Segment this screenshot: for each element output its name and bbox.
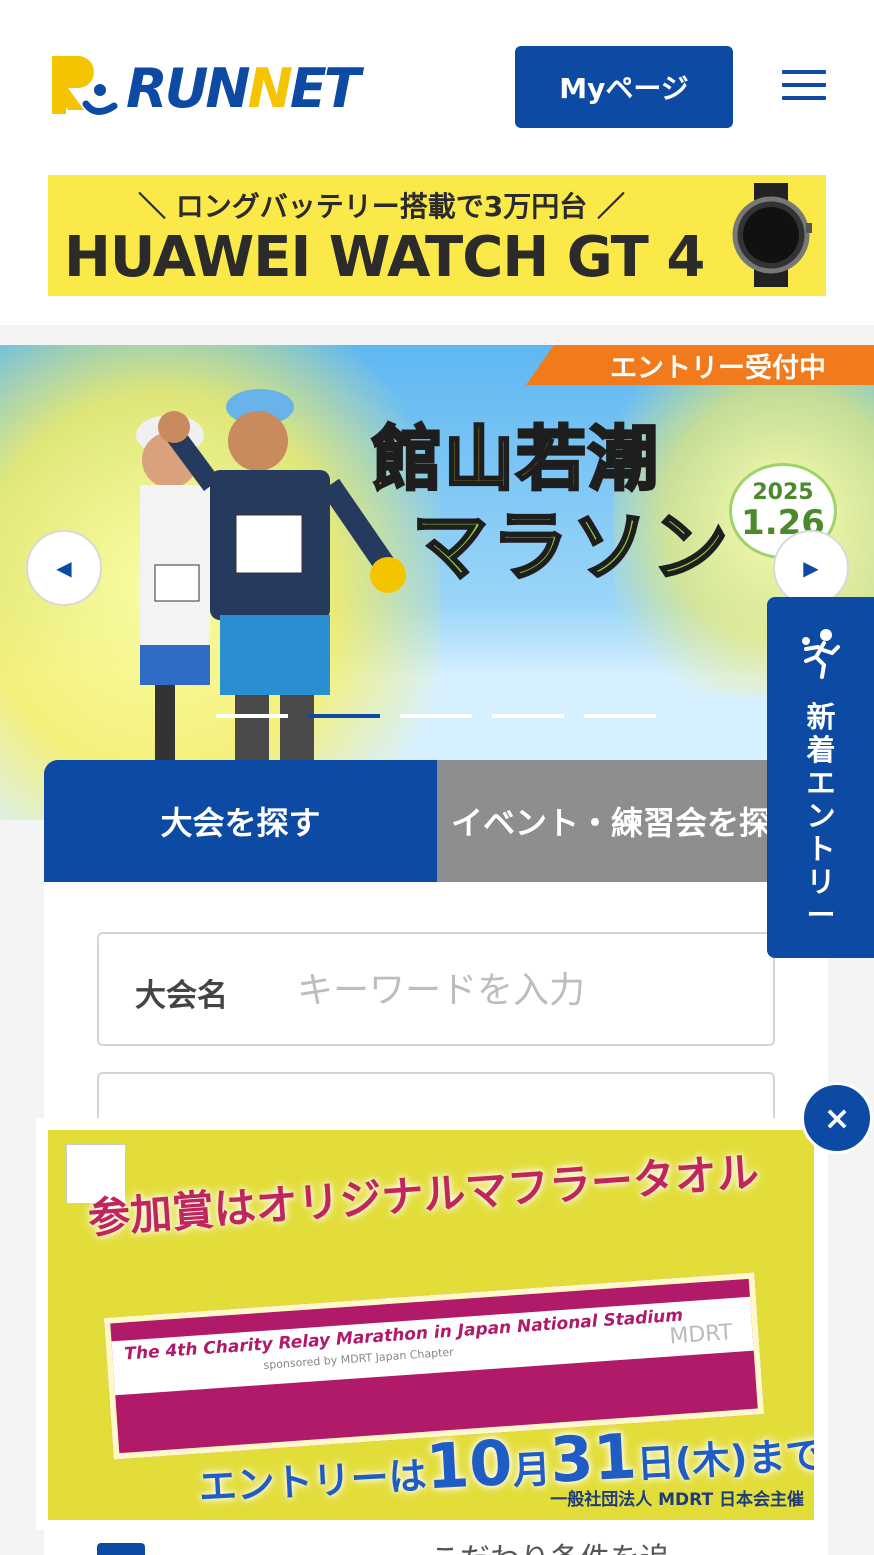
- runner-photo-main: [158, 389, 406, 805]
- carousel-dot-active[interactable]: [308, 714, 380, 718]
- carousel-next-button[interactable]: ▶: [773, 530, 849, 606]
- mypage-button[interactable]: Myページ: [515, 46, 733, 128]
- race-name-field: 大会名: [97, 932, 775, 1046]
- entry-open-ribbon: エントリー受付中: [526, 345, 874, 385]
- smartwatch-icon: [732, 183, 812, 287]
- race-name-input[interactable]: [295, 964, 739, 1016]
- hamburger-icon[interactable]: [782, 70, 826, 104]
- ad-headline: 参加賞はオリジナルマフラータオル: [86, 1147, 761, 1243]
- close-icon: ×: [823, 1099, 851, 1137]
- close-ad-button[interactable]: ×: [801, 1082, 873, 1154]
- carousel-prev-button[interactable]: ◀: [26, 530, 102, 606]
- carousel-dot[interactable]: [216, 714, 288, 718]
- advanced-search-link[interactable]: こだわり条件を追: [430, 1540, 670, 1555]
- carousel-dot[interactable]: [492, 714, 564, 718]
- chevron-left-icon: ◀: [56, 556, 72, 580]
- carousel-indicators: [216, 714, 656, 718]
- race-year: 2025: [752, 480, 814, 505]
- carousel-dot[interactable]: [584, 714, 656, 718]
- race-title-line2: マラソン: [411, 501, 732, 593]
- towel-brand: MDRT: [668, 1320, 734, 1350]
- logo-wordmark: RUNNET: [126, 56, 361, 120]
- tab-find-race[interactable]: 大会を探す: [44, 760, 437, 896]
- floating-ad[interactable]: 参加賞はオリジナルマフラータオル 2024.12.22 The 4th Char…: [36, 1118, 826, 1530]
- search-tabs: 大会を探す イベント・練習会を探す: [44, 760, 874, 896]
- ad-title: HUAWEI WATCH GT 4: [64, 225, 705, 290]
- new-entry-side-tab[interactable]: 新着エントリー: [767, 597, 874, 958]
- race-name-label: 大会名: [135, 978, 228, 1014]
- checkbox-icon[interactable]: [97, 1543, 145, 1555]
- site-header: RUNNET Myページ ＼ ロングバッテリー搭載で3万円台 ／ HUAWEI …: [0, 0, 874, 325]
- runnet-logo[interactable]: RUNNET: [48, 50, 361, 126]
- new-entry-label: 新着エントリー: [806, 700, 836, 932]
- hero-carousel[interactable]: エントリー受付中 館山若潮 マラソン: [0, 345, 874, 820]
- runner-icon: [802, 629, 840, 679]
- mdrt-towel-ad[interactable]: 参加賞はオリジナルマフラータオル 2024.12.22 The 4th Char…: [48, 1130, 814, 1520]
- chevron-right-icon: ▶: [803, 556, 819, 580]
- carousel-dot[interactable]: [400, 714, 472, 718]
- runnet-logo-mark-icon: [52, 56, 118, 115]
- ad-subtitle: ＼ ロングバッテリー搭載で3万円台 ／: [138, 190, 625, 223]
- huawei-banner-ad[interactable]: ＼ ロングバッテリー搭載で3万円台 ／ HUAWEI WATCH GT 4: [48, 175, 826, 296]
- ad-organizer: 一般社団法人 MDRT 日本会主催: [550, 1490, 804, 1510]
